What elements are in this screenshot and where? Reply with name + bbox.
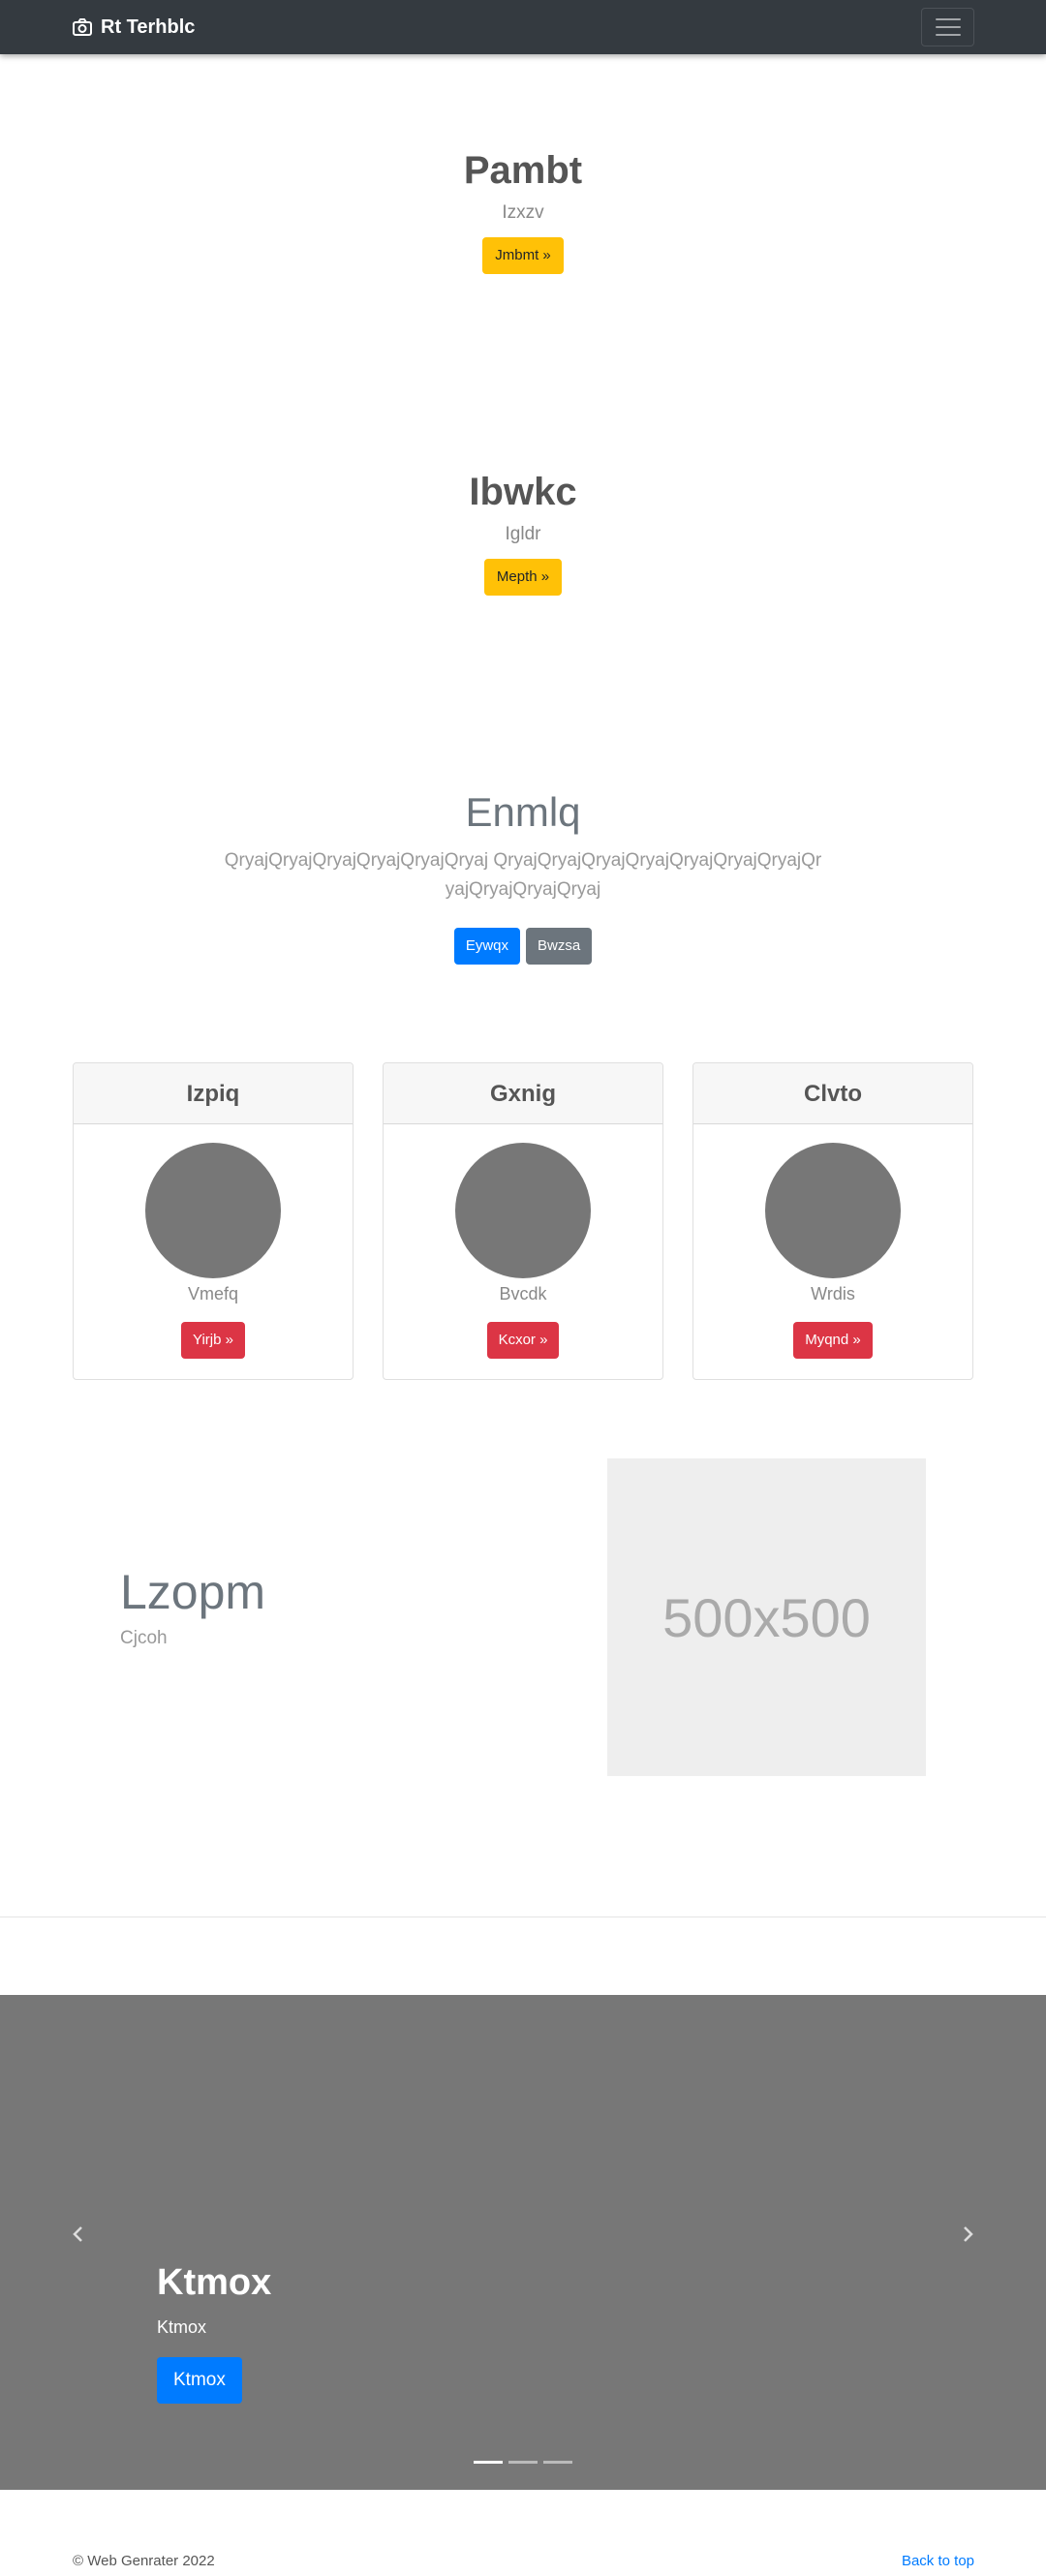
navbar: Rt Terhblc: [0, 0, 1046, 54]
hamburger-icon: [935, 18, 961, 20]
card-text: Bvcdk: [499, 1284, 547, 1303]
carousel-text: Ktmox: [157, 2316, 207, 2337]
navbar-toggler[interactable]: [921, 8, 974, 46]
placeholder-image: 500x500: [607, 1458, 926, 1776]
card-header: Izpiq: [74, 1063, 353, 1124]
brand-link[interactable]: Rt Terhblc: [73, 0, 195, 54]
carousel-indicator[interactable]: [543, 2461, 572, 2464]
avatar: [765, 1143, 901, 1278]
hero-button[interactable]: Mepth »: [483, 559, 563, 596]
carousel-indicators: [474, 2461, 572, 2464]
footer-copyright: © Web Genrater 2022: [73, 2553, 215, 2569]
jumbotron-lead: QryajQryajQryajQryajQryajQryaj QryajQrya…: [224, 850, 822, 901]
card-button[interactable]: Myqnd »: [793, 1322, 873, 1359]
carousel-next-button[interactable]: [953, 2220, 982, 2249]
hero-title: Ibwkc: [469, 471, 577, 513]
secondary-button[interactable]: Bwzsa: [526, 928, 593, 966]
card-body: Wrdis Myqnd »: [693, 1124, 972, 1359]
card-button[interactable]: Kcxor »: [486, 1322, 560, 1359]
card-body: Bvcdk Kcxor »: [384, 1124, 662, 1359]
avatar: [145, 1143, 281, 1278]
carousel-title: Ktmox: [157, 2262, 272, 2303]
featurette-title: Lzopm: [120, 1565, 266, 1619]
chevron-left-icon: [73, 2226, 82, 2242]
hero-section-2: Ibwkc Igldr Mepth »: [0, 469, 1046, 596]
hero-button[interactable]: Jmbmt »: [482, 237, 564, 274]
featurette-subtitle: Cjcoh: [120, 1628, 168, 1648]
card-text: Wrdis: [811, 1284, 855, 1303]
card-text: Vmefq: [187, 1284, 239, 1303]
placeholder-label: 500x500: [662, 1586, 871, 1648]
card: Izpiq Vmefq Yirjb »: [73, 1062, 354, 1380]
card-header: Gxnig: [384, 1063, 662, 1124]
camera-icon: [73, 18, 92, 36]
avatar: [455, 1143, 591, 1278]
jumbotron-title: Enmlq: [465, 789, 581, 835]
hero-subtitle: Izxzv: [502, 202, 544, 223]
carousel-indicator[interactable]: [474, 2461, 503, 2464]
hero-title: Pambt: [463, 149, 583, 192]
card-header: Clvto: [693, 1063, 972, 1124]
carousel-caption: Ktmox Ktmox Ktmox: [157, 2261, 271, 2404]
carousel-prev-button[interactable]: [64, 2220, 93, 2249]
card: Gxnig Bvcdk Kcxor »: [383, 1062, 663, 1380]
back-to-top-link[interactable]: Back to top: [902, 2553, 974, 2569]
carousel-indicator[interactable]: [508, 2461, 538, 2464]
chevron-right-icon: [964, 2226, 973, 2242]
hero-section-1: Pambt Izxzv Jmbmt »: [0, 147, 1046, 274]
card-body: Vmefq Yirjb »: [74, 1124, 353, 1359]
jumbotron: Enmlq QryajQryajQryajQryajQryajQryaj Qry…: [0, 788, 1046, 966]
brand-name: Rt Terhblc: [101, 15, 196, 38]
card: Clvto Wrdis Myqnd »: [692, 1062, 973, 1380]
primary-button[interactable]: Eywqx: [453, 928, 520, 966]
hero-subtitle: Igldr: [505, 524, 541, 544]
carousel-button[interactable]: Ktmox: [157, 2356, 242, 2404]
card-button[interactable]: Yirjb »: [181, 1322, 245, 1359]
carousel: Ktmox Ktmox Ktmox: [0, 1995, 1046, 2490]
jumbotron-buttons: Eywqx Bwzsa: [0, 928, 1046, 966]
